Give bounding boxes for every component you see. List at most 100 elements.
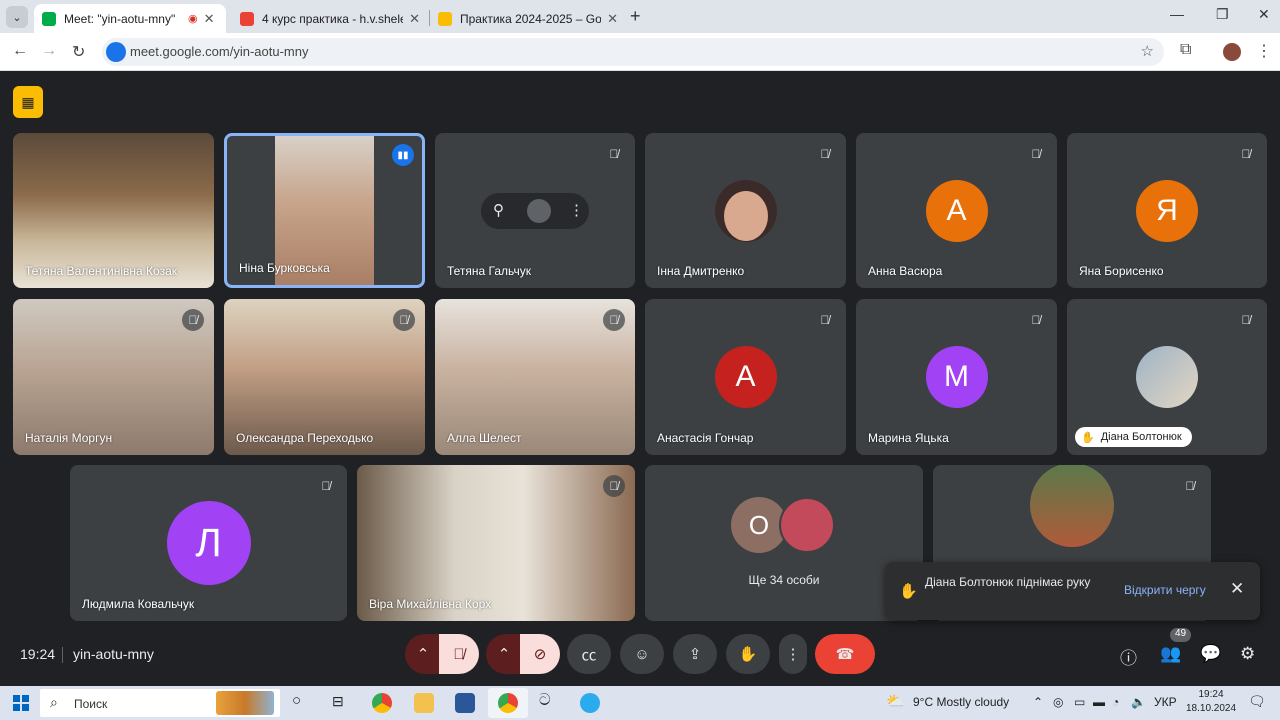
more-options-button[interactable]: ⋮ (779, 634, 807, 674)
forward-icon[interactable]: → (41, 42, 57, 60)
gmail-icon (240, 11, 254, 26)
mic-off-icon: 🎙̸ (453, 645, 465, 663)
url-field[interactable]: meet.google.com/yin-aotu-mny ☆ (102, 38, 1164, 66)
bookmark-star-icon[interactable]: ☆ (1141, 42, 1154, 60)
tab-search-button[interactable]: ⌄ (6, 6, 28, 28)
minimize-icon[interactable]: — (1170, 6, 1184, 22)
meeting-code: yin-aotu-mny (73, 646, 154, 662)
participant-tile[interactable]: 🎙̸ ✋ Діана Болтонюк (1067, 299, 1267, 455)
chevron-up-icon[interactable]: ⌃ (1033, 695, 1043, 709)
participant-tile[interactable]: Тетяна Валентинівна Козак (13, 133, 214, 288)
more-options-icon[interactable]: ⋮ (569, 201, 584, 219)
battery-icon[interactable]: ▬ (1093, 695, 1105, 709)
widgets-icon[interactable]: ⊟ (332, 693, 344, 710)
browser-menu-icon[interactable]: ⋮ (1256, 41, 1272, 61)
wifi-icon[interactable]: ◔ (1112, 695, 1119, 709)
captions-button[interactable]: ㏄ (567, 634, 611, 674)
app-icon[interactable]: ට (539, 692, 551, 710)
tray-icon[interactable]: ▭ (1074, 695, 1085, 709)
camera-button[interactable]: ⊘ (520, 634, 560, 674)
windows-taskbar: ⌕ Поиск ○ ⊟ ට ⛅ 9°C Mostly cloudy ⌃ ◎ ▭ … (0, 686, 1280, 720)
emoji-icon: ☺ (634, 645, 650, 663)
weather-text[interactable]: 9°C Mostly cloudy (913, 695, 1009, 709)
taskbar-search[interactable]: ⌕ Поиск (40, 689, 280, 717)
participant-tile[interactable]: 🎙̸ М Марина Яцька (856, 299, 1057, 455)
windows-start-icon[interactable] (13, 695, 29, 711)
present-button[interactable]: ⇪ (673, 634, 717, 674)
participant-tile[interactable]: ▮▮ Ніна Бурковська (224, 133, 425, 288)
weather-icon: ⛅ (886, 693, 905, 710)
close-icon[interactable]: ✕ (204, 11, 215, 27)
chrome-icon[interactable] (498, 693, 518, 713)
pin-icon[interactable]: ⚲ (493, 201, 504, 219)
muted-mic-icon: 🎙̸ (820, 147, 830, 161)
muted-mic-icon: 🎙̸ (609, 147, 619, 161)
avatar (714, 179, 777, 242)
host-controls-icon[interactable]: ▦ (13, 86, 43, 118)
avatar (1136, 346, 1198, 408)
reactions-button[interactable]: ☺ (620, 634, 664, 674)
avatar (1030, 465, 1114, 547)
tile-hover-controls: ⚲ ⋮ (481, 193, 589, 229)
more-participants-tile[interactable]: О Ще 34 особи (645, 465, 923, 621)
participant-tile[interactable]: 🎙̸ Віра Михайлівна Корх (357, 465, 635, 621)
muted-mic-icon: 🎙̸ (182, 309, 204, 331)
info-icon[interactable]: ⓘ (1120, 644, 1137, 669)
tab-gmail[interactable]: 4 курс практика - h.v.shelepko ✕ (232, 4, 428, 33)
tab-meet[interactable]: Meet: "yin-aotu-mny" ◉ ✕ (34, 4, 226, 33)
file-explorer-icon[interactable] (414, 693, 434, 713)
chevron-up-icon: ⌃ (497, 646, 511, 663)
more-participants-avatars: О (731, 497, 841, 553)
participant-count-badge: 49 (1170, 628, 1192, 642)
participant-tile[interactable]: 🎙̸ Інна Дмитренко (645, 133, 846, 288)
participant-tile[interactable]: 🎙̸ Я Яна Борисенко (1067, 133, 1267, 288)
close-icon[interactable]: ✕ (409, 11, 420, 27)
open-queue-link[interactable]: Відкрити чергу (1124, 583, 1206, 597)
new-tab-button[interactable]: + (630, 6, 641, 27)
avatar: А (925, 179, 988, 242)
profile-avatar[interactable] (1223, 43, 1241, 61)
chevron-up-icon: ⌃ (416, 646, 430, 663)
telegram-icon[interactable] (580, 693, 600, 713)
audio-options-button[interactable]: ⌃ (405, 634, 441, 674)
meet-area: ▦ Тетяна Валентинівна Козак ▮▮ Ніна Бурк… (0, 72, 1280, 686)
language-indicator[interactable]: УКР (1154, 695, 1177, 709)
video-options-button[interactable]: ⌃ (486, 634, 522, 674)
taskbar-clock[interactable]: 19:24 18.10.2024 (1186, 688, 1236, 716)
participant-tile[interactable]: 🎙̸ Наталія Моргун (13, 299, 214, 455)
present-screen-icon: ⇪ (688, 646, 702, 663)
task-view-icon[interactable]: ○ (292, 692, 301, 709)
divider (62, 647, 63, 663)
activities-icon[interactable]: ⚙ (1240, 644, 1255, 664)
participant-tile[interactable]: 🎙̸ А Анна Васюра (856, 133, 1057, 288)
participant-tile[interactable]: 🎙̸ Алла Шелест (435, 299, 635, 455)
raise-hand-button[interactable]: ✋ (726, 634, 770, 674)
microphone-button[interactable]: 🎙̸ (439, 634, 479, 674)
maximize-icon[interactable]: ❐ (1216, 6, 1229, 23)
reload-icon[interactable]: ↻ (72, 42, 85, 62)
muted-mic-icon: 🎙̸ (820, 313, 830, 327)
remove-icon[interactable] (527, 199, 551, 223)
word-icon[interactable] (455, 693, 475, 713)
back-icon[interactable]: ← (12, 42, 28, 60)
window-close-icon[interactable]: ✕ (1258, 6, 1270, 23)
participant-tile[interactable]: 🎙̸ ⚲ ⋮ Тетяна Гальчук (435, 133, 635, 288)
people-icon[interactable]: 👥 (1160, 644, 1181, 664)
muted-mic-icon: 🎙̸ (1185, 479, 1195, 493)
address-bar: ← → ↻ meet.google.com/yin-aotu-mny ☆ ⧉ ⋮ (0, 33, 1280, 71)
mic-access-icon[interactable] (106, 42, 126, 62)
avatar: А (714, 346, 777, 408)
close-icon[interactable]: ✕ (607, 11, 618, 27)
chat-icon[interactable]: 💬 (1200, 644, 1221, 664)
participant-tile[interactable]: 🎙̸ Л Людмила Ковальчук (70, 465, 347, 621)
chrome-icon[interactable] (372, 693, 392, 713)
camera-tray-icon[interactable]: ◎ (1053, 695, 1063, 709)
participant-tile[interactable]: 🎙̸ А Анастасія Гончар (645, 299, 846, 455)
tab-drive[interactable]: Практика 2024-2025 – Google Д ✕ (430, 4, 626, 33)
extensions-icon[interactable]: ⧉ (1180, 41, 1191, 59)
leave-call-button[interactable]: ☎ (815, 634, 875, 674)
close-icon[interactable]: ✕ (1230, 579, 1244, 599)
participant-tile[interactable]: 🎙̸ Олександра Переходько (224, 299, 425, 455)
notifications-icon[interactable]: 🗨 (1248, 693, 1266, 710)
volume-icon[interactable]: 🔈 (1131, 695, 1146, 709)
